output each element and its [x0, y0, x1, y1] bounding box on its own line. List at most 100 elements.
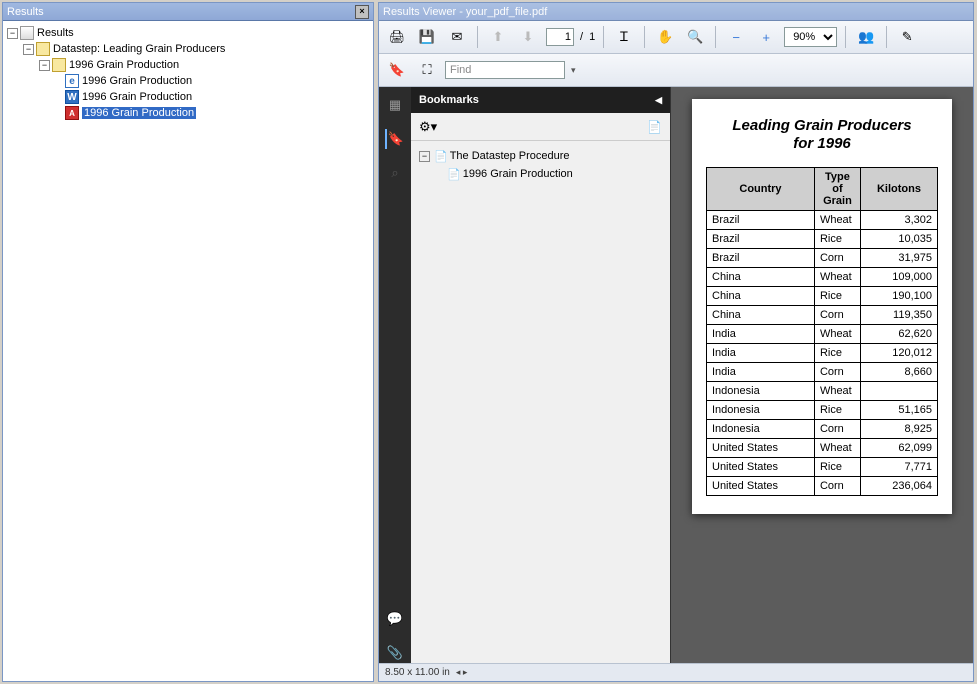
header-grain: Type of Grain: [814, 168, 860, 211]
page-number-input[interactable]: [546, 28, 574, 46]
print-button[interactable]: 🖨: [385, 25, 409, 49]
document-title: Leading Grain Producers for 1996: [706, 117, 938, 153]
tree-item-pdf-label: 1996 Grain Production: [82, 107, 196, 119]
grain-table: Country Type of Grain Kilotons BrazilWhe…: [706, 167, 938, 496]
tree-item-rtf[interactable]: W 1996 Grain Production: [5, 89, 371, 105]
marquee-zoom-button[interactable]: 🔍: [683, 25, 707, 49]
cell-kilotons: 190,100: [860, 287, 937, 306]
cell-grain: Wheat: [814, 268, 860, 287]
collapse-panel-icon[interactable]: ◀: [655, 95, 662, 106]
pdf-nav-sidebar: ▦ 🔖 ⌕ 💬 📎: [379, 87, 411, 663]
tree-folder[interactable]: − 1996 Grain Production: [5, 57, 371, 73]
collaborate-button[interactable]: 👥: [854, 25, 878, 49]
zoom-out-button[interactable]: −: [724, 25, 748, 49]
cell-kilotons: 120,012: [860, 344, 937, 363]
cell-grain: Corn: [814, 306, 860, 325]
bookmark-expand-icon[interactable]: 📄: [647, 120, 662, 134]
bookmarks-header: Bookmarks ◀: [411, 87, 670, 113]
cell-country: China: [707, 306, 815, 325]
title-line-1: Leading Grain Producers: [732, 117, 911, 134]
bookmark-toggle-button[interactable]: 🔖: [385, 58, 409, 82]
cell-grain: Rice: [814, 401, 860, 420]
bookmark-page-icon: 📄: [447, 168, 461, 181]
zoom-select[interactable]: 90%: [784, 27, 837, 47]
page-up-button[interactable]: ⬆: [486, 25, 510, 49]
bookmarks-panel: Bookmarks ◀ ⚙▾ 📄 − 📄 The Datastep Proced…: [411, 87, 671, 663]
separator: [715, 26, 716, 48]
cell-country: Indonesia: [707, 420, 815, 439]
select-tool-button[interactable]: Ꮖ: [612, 25, 636, 49]
cell-grain: Corn: [814, 249, 860, 268]
cell-kilotons: 236,064: [860, 477, 937, 496]
collapse-icon[interactable]: −: [419, 151, 430, 162]
cell-grain: Wheat: [814, 325, 860, 344]
separator: [886, 26, 887, 48]
search-tab[interactable]: ⌕: [385, 163, 405, 183]
cell-grain: Rice: [814, 287, 860, 306]
results-title: Results: [7, 3, 44, 21]
page-down-button[interactable]: ⬇: [516, 25, 540, 49]
page-dimensions: 8.50 x 11.00 in: [385, 667, 450, 678]
bookmark-root[interactable]: − 📄 The Datastep Procedure: [419, 147, 662, 165]
bookmark-child[interactable]: 📄 1996 Grain Production: [419, 165, 662, 183]
table-row: IndonesiaWheat: [707, 382, 938, 401]
tree-item-pdf[interactable]: A 1996 Grain Production: [5, 105, 371, 121]
cell-country: China: [707, 287, 815, 306]
table-row: BrazilCorn31,975: [707, 249, 938, 268]
table-row: IndiaCorn8,660: [707, 363, 938, 382]
cell-kilotons: 10,035: [860, 230, 937, 249]
fit-width-button[interactable]: ⛶: [415, 58, 439, 82]
tree-root[interactable]: − Results: [5, 25, 371, 41]
tree-datastep[interactable]: − Datastep: Leading Grain Producers: [5, 41, 371, 57]
attachments-tab[interactable]: 📎: [385, 643, 405, 663]
table-row: IndonesiaRice51,165: [707, 401, 938, 420]
find-input[interactable]: [445, 61, 565, 79]
hand-tool-button[interactable]: ✋: [653, 25, 677, 49]
bookmarks-tab[interactable]: 🔖: [385, 129, 405, 149]
tree-item-rtf-label: 1996 Grain Production: [82, 91, 192, 103]
pdf-toolbar-main: 🖨 💾 ✉ ⬆ ⬇ / 1 Ꮖ ✋ 🔍 − + 90% 👥 ✎: [379, 21, 973, 54]
header-kilotons: Kilotons: [860, 168, 937, 211]
tree-item-html[interactable]: e 1996 Grain Production: [5, 73, 371, 89]
collapse-icon[interactable]: −: [23, 44, 34, 55]
find-dropdown-icon[interactable]: ▾: [571, 65, 576, 76]
bookmark-options-icon[interactable]: ⚙▾: [419, 119, 437, 135]
header-country: Country: [707, 168, 815, 211]
cell-grain: Corn: [814, 363, 860, 382]
save-button[interactable]: 💾: [415, 25, 439, 49]
cell-country: Indonesia: [707, 382, 815, 401]
cell-kilotons: 31,975: [860, 249, 937, 268]
cell-country: Indonesia: [707, 401, 815, 420]
thumbnails-tab[interactable]: ▦: [385, 95, 405, 115]
table-row: United StatesCorn236,064: [707, 477, 938, 496]
cell-grain: Wheat: [814, 211, 860, 230]
bookmark-root-label: The Datastep Procedure: [450, 150, 570, 162]
cell-country: United States: [707, 458, 815, 477]
cell-kilotons: [860, 382, 937, 401]
results-panel: Results × − Results − Datastep: Leading …: [2, 2, 374, 682]
collapse-icon[interactable]: −: [39, 60, 50, 71]
page-separator: /: [580, 31, 583, 43]
email-button[interactable]: ✉: [445, 25, 469, 49]
status-nav-icon[interactable]: ◂ ▸: [456, 667, 468, 678]
close-icon[interactable]: ×: [355, 5, 369, 19]
cell-country: Brazil: [707, 249, 815, 268]
bookmarks-header-label: Bookmarks: [419, 94, 479, 106]
zoom-in-button[interactable]: +: [754, 25, 778, 49]
bookmarks-toolbar: ⚙▾ 📄: [411, 113, 670, 141]
cell-kilotons: 62,620: [860, 325, 937, 344]
table-header-row: Country Type of Grain Kilotons: [707, 168, 938, 211]
separator: [845, 26, 846, 48]
html-icon: e: [65, 74, 79, 88]
collapse-icon[interactable]: −: [7, 28, 18, 39]
pdf-page-viewport[interactable]: Leading Grain Producers for 1996 Country…: [671, 87, 973, 663]
word-icon: W: [65, 90, 79, 104]
cell-grain: Corn: [814, 477, 860, 496]
sign-button[interactable]: ✎: [895, 25, 919, 49]
page-total: 1: [589, 31, 595, 43]
comments-tab[interactable]: 💬: [385, 609, 405, 629]
cell-kilotons: 109,000: [860, 268, 937, 287]
viewer-title: Results Viewer - your_pdf_file.pdf: [383, 3, 547, 21]
cell-kilotons: 51,165: [860, 401, 937, 420]
table-row: United StatesRice7,771: [707, 458, 938, 477]
